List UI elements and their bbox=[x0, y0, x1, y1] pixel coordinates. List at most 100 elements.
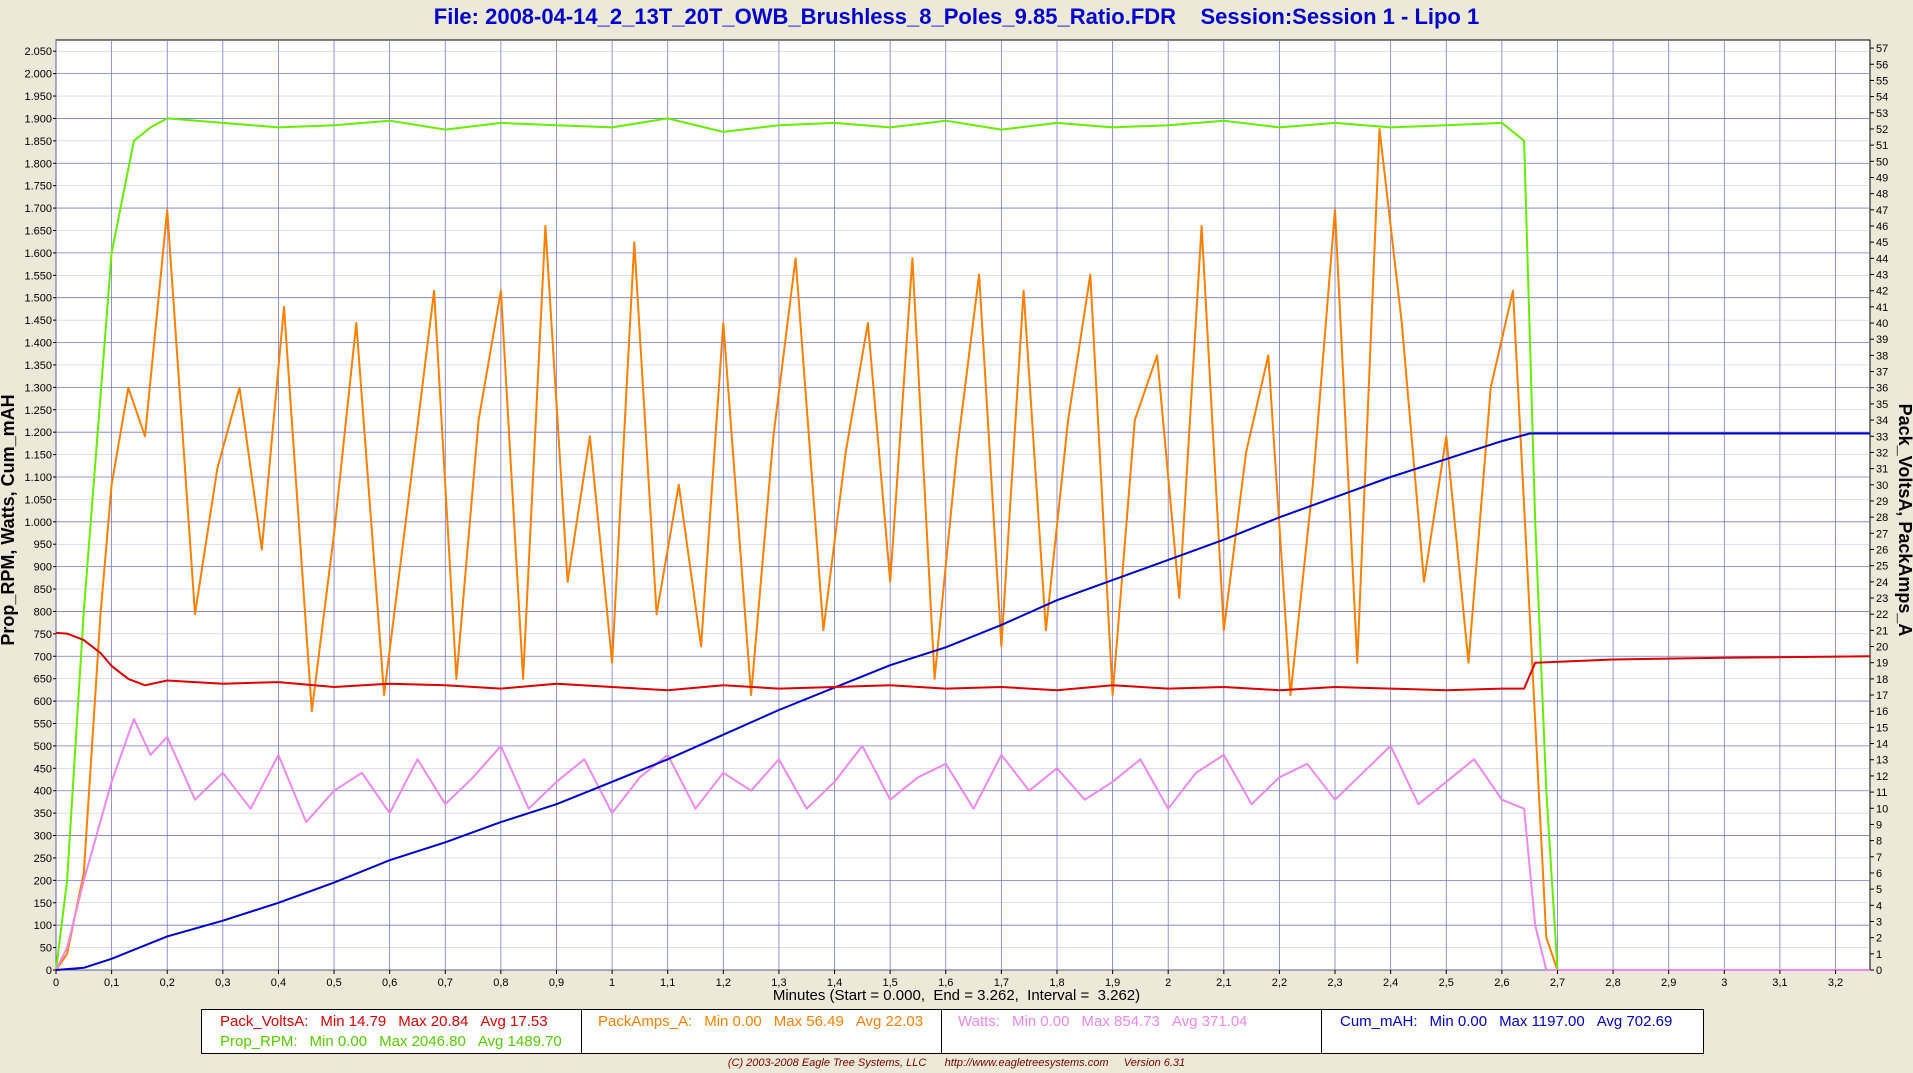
left-tick-label: 1.050 bbox=[24, 494, 52, 506]
left-tick-label: 100 bbox=[34, 920, 52, 932]
left-tick-label: 1.400 bbox=[24, 338, 52, 350]
left-tick-label: 600 bbox=[34, 696, 52, 708]
right-tick-label: 52 bbox=[1876, 124, 1888, 136]
legend-amps-min: Min 0.00 bbox=[704, 1013, 762, 1030]
legend-mah-max: Max 1197.00 bbox=[1499, 1013, 1585, 1030]
left-tick-label: 500 bbox=[34, 741, 52, 753]
legend-rpm-max: Max 2046.80 bbox=[379, 1033, 466, 1050]
left-tick-label: 1.700 bbox=[24, 203, 52, 215]
legend-cell-mah: Cum_mAH: Min 0.00 Max 1197.00 Avg 702.69 bbox=[1322, 1010, 1703, 1053]
left-tick-label: 650 bbox=[34, 674, 52, 686]
legend-mah: Cum_mAH: Min 0.00 Max 1197.00 Avg 702.69 bbox=[1340, 1013, 1684, 1030]
right-axis-title: Pack_VoltsA, PackAmps_A bbox=[1895, 404, 1913, 637]
legend-cell-volts-rpm: Pack_VoltsA: Min 14.79 Max 20.84 Avg 17.53 … bbox=[202, 1010, 582, 1053]
legend-rpm-avg: Avg 1489.70 bbox=[477, 1033, 562, 1050]
right-tick-label: 43 bbox=[1876, 270, 1888, 282]
right-tick-label: 45 bbox=[1876, 237, 1888, 249]
right-tick-label: 38 bbox=[1876, 350, 1888, 362]
right-tick-label: 50 bbox=[1876, 156, 1888, 168]
right-tick-label: 33 bbox=[1876, 431, 1888, 443]
right-tick-label: 42 bbox=[1876, 286, 1888, 298]
right-tick-label: 40 bbox=[1876, 318, 1888, 330]
right-tick-label: 15 bbox=[1876, 722, 1888, 734]
right-tick-label: 29 bbox=[1876, 496, 1888, 508]
right-tick-label: 14 bbox=[1876, 739, 1888, 751]
right-tick-label: 11 bbox=[1876, 787, 1887, 799]
legend-volts: Pack_VoltsA: Min 14.79 Max 20.84 Avg 17.53 bbox=[220, 1013, 560, 1030]
left-tick-label: 1.250 bbox=[24, 405, 52, 417]
left-tick-label: 1.150 bbox=[24, 450, 52, 462]
legend-watts-label: Watts: bbox=[958, 1013, 1000, 1030]
legend-amps-label: PackAmps_A: bbox=[598, 1013, 693, 1030]
legend-mah-label: Cum_mAH: bbox=[1340, 1013, 1418, 1030]
legend-amps-avg: Avg 22.03 bbox=[855, 1013, 924, 1030]
right-tick-label: 3 bbox=[1876, 916, 1882, 928]
legend-volts-max: Max 20.84 bbox=[398, 1013, 469, 1030]
right-tick-label: 51 bbox=[1876, 140, 1888, 152]
plot-background bbox=[55, 39, 1871, 971]
left-tick-label: 250 bbox=[34, 853, 52, 865]
left-tick-label: 1.200 bbox=[24, 427, 52, 439]
right-tick-label: 44 bbox=[1876, 253, 1888, 265]
left-tick-label: 1.750 bbox=[24, 181, 52, 193]
left-tick-label: 1.950 bbox=[24, 91, 52, 103]
right-tick-label: 8 bbox=[1876, 836, 1882, 848]
legend-watts-avg: Avg 371.04 bbox=[1171, 1013, 1248, 1030]
left-tick-label: 1.600 bbox=[24, 248, 52, 260]
legend-rpm: Prop_RPM: Min 0.00 Max 2046.80 Avg 1489.70 bbox=[220, 1033, 574, 1050]
right-tick-label: 5 bbox=[1876, 884, 1882, 896]
right-tick-label: 20 bbox=[1876, 642, 1888, 654]
left-tick-label: 1.000 bbox=[24, 517, 52, 529]
left-tick-label: 1.550 bbox=[24, 270, 52, 282]
right-tick-label: 55 bbox=[1876, 75, 1888, 87]
right-tick-label: 37 bbox=[1876, 367, 1888, 379]
right-tick-label: 56 bbox=[1876, 59, 1888, 71]
left-tick-label: 1.350 bbox=[24, 360, 52, 372]
left-tick-label: 550 bbox=[34, 718, 52, 730]
left-tick-label: 450 bbox=[34, 763, 52, 775]
left-tick-label: 1.300 bbox=[24, 382, 52, 394]
legend-rpm-min: Min 0.00 bbox=[309, 1033, 368, 1050]
left-tick-label: 400 bbox=[34, 786, 52, 798]
left-tick-label: 300 bbox=[34, 831, 52, 843]
right-tick-label: 31 bbox=[1876, 464, 1888, 476]
left-tick-label: 1.100 bbox=[24, 472, 52, 484]
legend-volts-min: Min 14.79 bbox=[320, 1013, 387, 1030]
right-tick-label: 24 bbox=[1876, 577, 1888, 589]
right-tick-label: 47 bbox=[1876, 205, 1888, 217]
right-tick-label: 6 bbox=[1876, 868, 1882, 880]
legend-volts-avg: Avg 17.53 bbox=[480, 1013, 548, 1030]
right-tick-label: 19 bbox=[1876, 658, 1888, 670]
left-tick-label: 1.450 bbox=[24, 315, 52, 327]
legend: Pack_VoltsA: Min 14.79 Max 20.84 Avg 17.53 … bbox=[201, 1009, 1704, 1054]
right-tick-label: 32 bbox=[1876, 447, 1888, 459]
left-tick-label: 150 bbox=[34, 898, 52, 910]
x-axis-title: Minutes (Start = 0.000, End = 3.262, Int… bbox=[772, 987, 1141, 1004]
legend-mah-avg: Avg 702.69 bbox=[1596, 1013, 1673, 1030]
legend-mah-min: Min 0.00 bbox=[1429, 1013, 1488, 1030]
left-tick-label: 0 bbox=[46, 965, 52, 977]
legend-rpm-label: Prop_RPM: bbox=[220, 1033, 298, 1050]
left-tick-label: 2.000 bbox=[24, 69, 52, 81]
right-tick-label: 54 bbox=[1876, 92, 1888, 104]
legend-amps: PackAmps_A: Min 0.00 Max 56.49 Avg 22.03 bbox=[598, 1013, 935, 1030]
legend-volts-label: Pack_VoltsA: bbox=[220, 1013, 309, 1030]
chart-area: 0501001502002503003504004505005506006507… bbox=[0, 39, 1913, 989]
right-tick-label: 25 bbox=[1876, 561, 1888, 573]
left-tick-label: 1.850 bbox=[24, 136, 52, 148]
left-tick-label: 50 bbox=[40, 943, 52, 955]
left-axis-title: Prop_RPM, Watts, Cum_mAH bbox=[0, 394, 18, 645]
left-tick-label: 750 bbox=[34, 629, 52, 641]
left-tick-label: 1.500 bbox=[24, 293, 52, 305]
left-tick-label: 1.800 bbox=[24, 158, 52, 170]
right-tick-label: 18 bbox=[1876, 674, 1888, 686]
right-tick-label: 7 bbox=[1876, 852, 1882, 864]
left-tick-label: 200 bbox=[34, 875, 52, 887]
right-tick-label: 10 bbox=[1876, 803, 1888, 815]
left-tick-label: 1.900 bbox=[24, 113, 52, 125]
right-tick-label: 49 bbox=[1876, 172, 1888, 184]
right-tick-label: 36 bbox=[1876, 383, 1888, 395]
legend-cell-watts: Watts: Min 0.00 Max 854.73 Avg 371.04 bbox=[942, 1010, 1322, 1053]
right-tick-label: 22 bbox=[1876, 609, 1888, 621]
right-tick-label: 13 bbox=[1876, 755, 1888, 767]
